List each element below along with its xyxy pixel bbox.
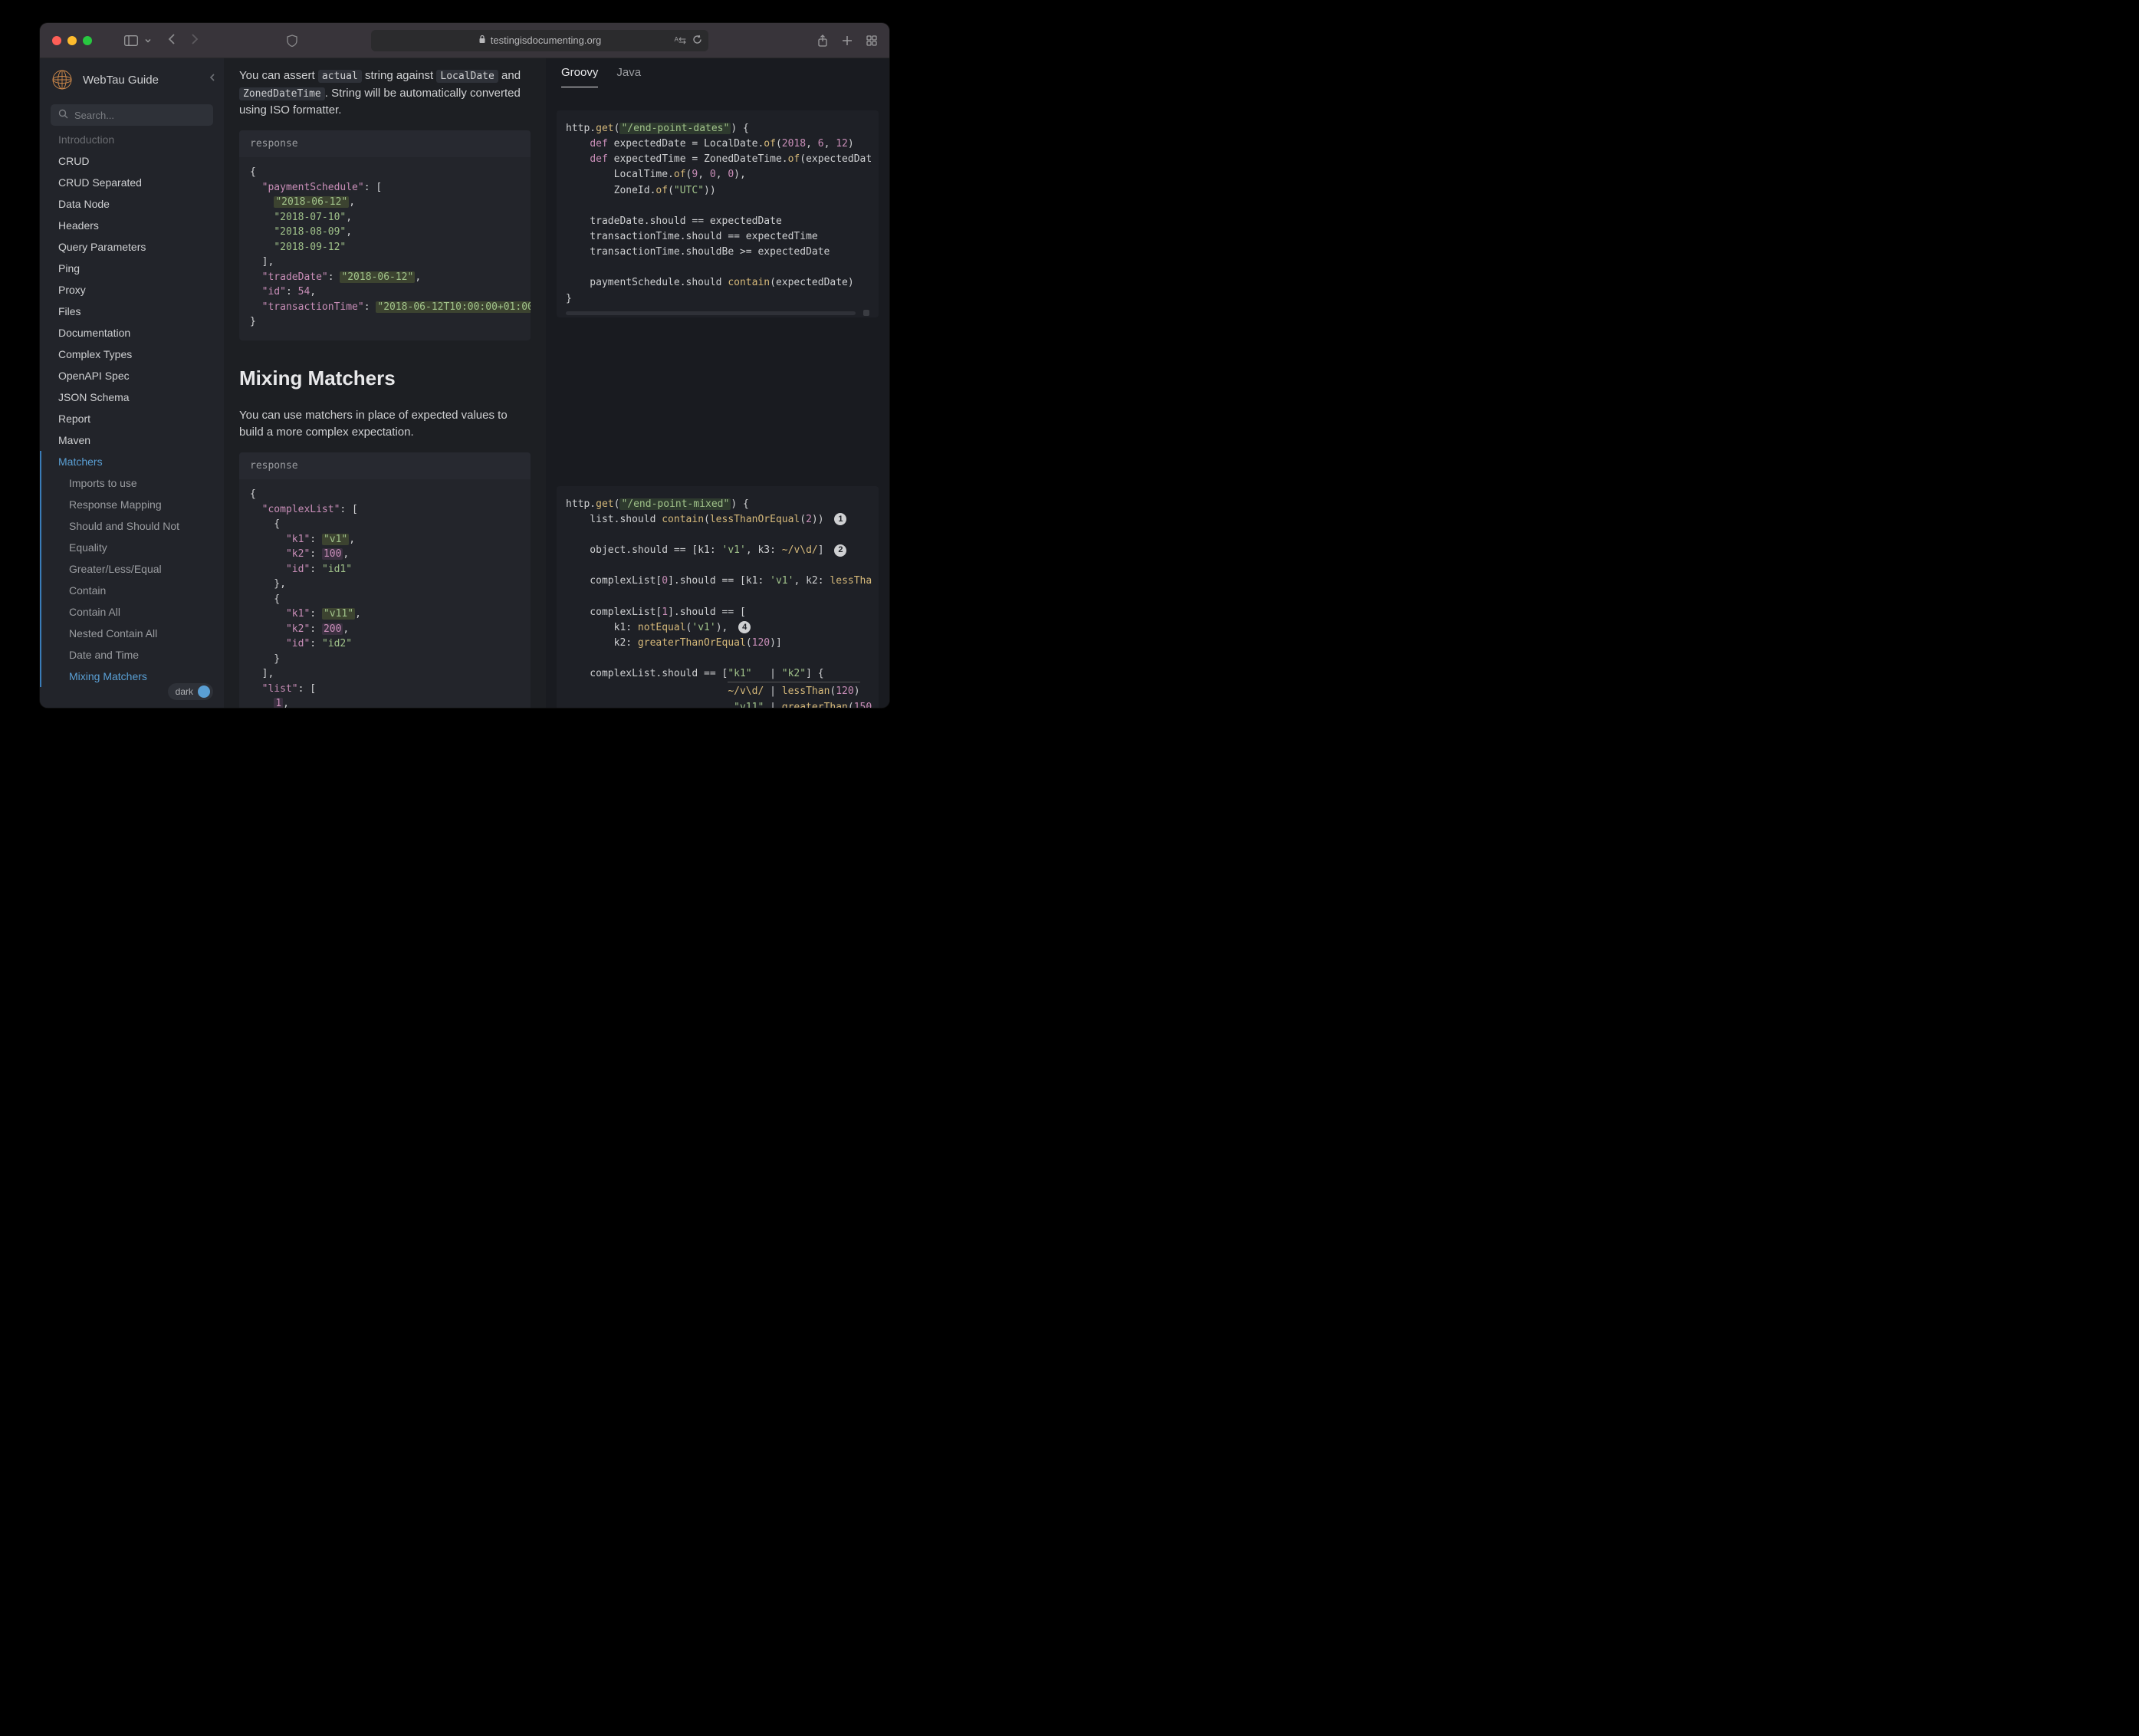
- nav-introduction[interactable]: Introduction: [40, 132, 224, 150]
- groovy-code-dates: http.get("/end-point-dates") { def expec…: [557, 110, 879, 317]
- nav-documentation[interactable]: Documentation: [40, 322, 224, 344]
- tab-java[interactable]: Java: [616, 66, 641, 87]
- code-sample-pane: Groovy Java http.get("/end-point-dates")…: [546, 58, 889, 708]
- code-zoneddatetime: ZonedDateTime: [239, 87, 325, 100]
- nav-proxy[interactable]: Proxy: [40, 279, 224, 301]
- nav-report[interactable]: Report: [40, 408, 224, 429]
- translate-icon[interactable]: ᴬ⇆: [675, 35, 687, 46]
- close-window-button[interactable]: [52, 36, 61, 45]
- share-icon[interactable]: [817, 35, 828, 47]
- nav-sub-contain-all[interactable]: Contain All: [40, 601, 224, 623]
- code-scroll-area[interactable]: http.get("/end-point-dates") { def expec…: [546, 87, 889, 708]
- nav-sub-greater-less-equal[interactable]: Greater/Less/Equal: [40, 558, 224, 580]
- response-label-2: response: [239, 452, 531, 480]
- response-label: response: [239, 130, 531, 158]
- main-area: You can assert actual string against Loc…: [224, 58, 889, 708]
- language-tabs: Groovy Java: [546, 58, 889, 87]
- nav-sub-equality[interactable]: Equality: [40, 537, 224, 558]
- json-response-2: { "complexList": [ { "k1": "v1", "k2": 1…: [239, 479, 531, 708]
- nav-query-parameters[interactable]: Query Parameters: [40, 236, 224, 258]
- section-mixing-matchers: Mixing Matchers: [239, 363, 531, 393]
- chevron-down-icon[interactable]: [144, 37, 152, 44]
- sidebar-nav: Introduction CRUD CRUD Separated Data No…: [40, 132, 224, 708]
- response-json-card-1: response { "paymentSchedule": [ "2018-06…: [239, 130, 531, 340]
- theme-toggle[interactable]: dark: [168, 683, 213, 700]
- search-icon: [58, 109, 68, 121]
- sidebar-toggle-icon[interactable]: [124, 35, 138, 46]
- code-localdate: LocalDate: [436, 70, 498, 83]
- search-placeholder: Search...: [74, 110, 114, 121]
- nav-sub-response-mapping[interactable]: Response Mapping: [40, 494, 224, 515]
- nav-crud[interactable]: CRUD: [40, 150, 224, 172]
- nav-ping[interactable]: Ping: [40, 258, 224, 279]
- tab-groovy[interactable]: Groovy: [561, 66, 598, 87]
- browser-window: testingisdocumenting.org ᴬ⇆: [40, 23, 889, 708]
- groovy-code-mixed: http.get("/end-point-mixed") { list.shou…: [557, 486, 879, 708]
- search-input[interactable]: Search...: [51, 104, 213, 126]
- response-json-card-2: response { "complexList": [ { "k1": "v1"…: [239, 452, 531, 709]
- nav-matchers[interactable]: Matchers: [40, 451, 224, 472]
- privacy-shield-icon[interactable]: [287, 35, 297, 47]
- nav-maven[interactable]: Maven: [40, 429, 224, 451]
- nav-sub-date-time[interactable]: Date and Time: [40, 644, 224, 666]
- forward-button[interactable]: [190, 33, 199, 48]
- collapse-sidebar-icon[interactable]: [209, 72, 216, 85]
- docs-sidebar: WebTau Guide Search... Introduction CRUD…: [40, 58, 224, 708]
- new-tab-icon[interactable]: [842, 35, 853, 47]
- nav-sub-contain[interactable]: Contain: [40, 580, 224, 601]
- maximize-window-button[interactable]: [83, 36, 92, 45]
- minimize-window-button[interactable]: [67, 36, 77, 45]
- address-bar[interactable]: testingisdocumenting.org ᴬ⇆: [371, 30, 708, 51]
- reload-icon[interactable]: [692, 35, 702, 47]
- annotation-badge-1: 1: [834, 513, 846, 525]
- nav-crud-separated[interactable]: CRUD Separated: [40, 172, 224, 193]
- browser-toolbar: testingisdocumenting.org ᴬ⇆: [40, 23, 889, 58]
- tab-overview-icon[interactable]: [866, 35, 877, 47]
- back-button[interactable]: [167, 33, 176, 48]
- mixing-paragraph: You can use matchers in place of expecte…: [239, 407, 531, 442]
- toggle-knob: [198, 686, 210, 698]
- json-response-1: { "paymentSchedule": [ "2018-06-12", "20…: [239, 157, 531, 340]
- nav-openapi-spec[interactable]: OpenAPI Spec: [40, 365, 224, 386]
- nav-sub-imports[interactable]: Imports to use: [40, 472, 224, 494]
- nav-headers[interactable]: Headers: [40, 215, 224, 236]
- url-text: testingisdocumenting.org: [491, 35, 602, 46]
- window-controls: [52, 36, 92, 45]
- nav-sub-should[interactable]: Should and Should Not: [40, 515, 224, 537]
- intro-paragraph: You can assert actual string against Loc…: [239, 67, 531, 120]
- nav-files[interactable]: Files: [40, 301, 224, 322]
- nav-sub-nested-contain-all[interactable]: Nested Contain All: [40, 623, 224, 644]
- guide-title[interactable]: WebTau Guide: [83, 74, 159, 87]
- article-column: You can assert actual string against Loc…: [224, 58, 546, 708]
- annotation-badge-2: 2: [834, 544, 846, 557]
- code-actual: actual: [318, 70, 362, 83]
- lock-icon: [478, 35, 486, 46]
- theme-label: dark: [176, 686, 193, 697]
- annotation-badge-4: 4: [738, 621, 751, 633]
- logo-globe-icon: [51, 68, 74, 91]
- nav-data-node[interactable]: Data Node: [40, 193, 224, 215]
- nav-complex-types[interactable]: Complex Types: [40, 344, 224, 365]
- page-content: WebTau Guide Search... Introduction CRUD…: [40, 58, 889, 708]
- nav-json-schema[interactable]: JSON Schema: [40, 386, 224, 408]
